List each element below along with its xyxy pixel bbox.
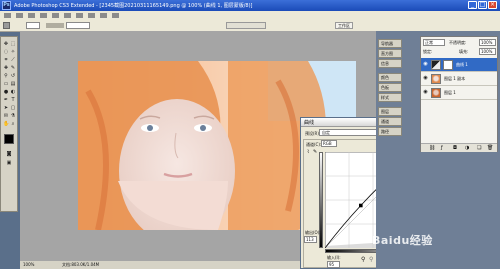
layer-row[interactable]: ◉ 图层 1 副本	[421, 72, 497, 86]
menu-item-select[interactable]	[52, 13, 59, 18]
preset-label: 预设(R):	[305, 131, 321, 136]
layer-mask-thumbnail	[443, 60, 453, 70]
document-size: 文档:803.0K/1.04M	[62, 262, 100, 267]
fill-label: 填充:	[459, 49, 469, 54]
pencil-tool-icon[interactable]: ✎	[313, 149, 317, 155]
blend-mode-dropdown[interactable]: 正常	[423, 39, 445, 46]
panel-button-layers[interactable]: 图层	[378, 107, 402, 116]
healing-brush-tool-icon[interactable]: ✚	[3, 65, 9, 71]
menu-item-image[interactable]	[28, 13, 35, 18]
layers-panel-footer: ⛓ ƒ ◘ ◑ ❏ 🗑	[421, 143, 497, 152]
layer-thumbnail	[431, 74, 441, 84]
layers-panel: 正常 不透明度: 100% 锁定: 填充: 100% ◉ 曲线 1 ◉ 图层 1…	[420, 36, 498, 152]
layer-name: 图层 1 副本	[444, 76, 466, 81]
add-mask-icon[interactable]: ◘	[453, 145, 457, 151]
preset-dropdown[interactable]	[26, 22, 40, 29]
window-title: Adobe Photoshop CS3 Extended - [2345截图20…	[14, 3, 253, 9]
lasso-tool-icon[interactable]: ◌	[3, 49, 9, 55]
layer-thumbnail	[431, 88, 441, 98]
workspace-button[interactable]: 工作区	[335, 22, 353, 29]
menu-item-window[interactable]	[100, 13, 107, 18]
opacity-field[interactable]: 100%	[479, 39, 496, 46]
minimize-button[interactable]: _	[468, 1, 477, 9]
input-field[interactable]: 95	[327, 261, 340, 268]
layer-name: 图层 1	[444, 90, 456, 95]
visibility-eye-icon[interactable]: ◉	[423, 62, 428, 67]
hand-tool-icon[interactable]: ✋	[3, 121, 9, 127]
maximize-button[interactable]: □	[478, 1, 487, 9]
adjustment-layer-thumbnail	[431, 60, 441, 70]
channel-label: 通道(C):	[306, 142, 322, 147]
visibility-eye-icon[interactable]: ◉	[423, 76, 428, 81]
menu-item-view[interactable]	[88, 13, 95, 18]
visibility-eye-icon[interactable]: ◉	[423, 90, 428, 95]
toolbox: ✥ ⬚ ◌ ✧ ⌗ ⟋ ✚ ✎ ⚲ ↺ ▭ ▤ ● ◐ ✒ T ➤ ▢ ✉ ⚗ …	[0, 36, 18, 212]
slice-tool-icon[interactable]: ⟋	[10, 57, 16, 63]
eyedropper-tool-icon[interactable]: ⚗	[10, 113, 16, 119]
tool-preset-icon[interactable]	[3, 22, 10, 29]
lock-label: 锁定:	[423, 49, 433, 54]
layer-row[interactable]: ◉ 图层 1	[421, 86, 497, 100]
brush-tool-icon[interactable]: ✎	[10, 65, 16, 71]
shape-tool-icon[interactable]: ▢	[10, 105, 16, 111]
delete-layer-icon[interactable]: 🗑	[487, 145, 493, 151]
crop-tool-icon[interactable]: ⌗	[3, 57, 9, 63]
gray-eyedropper-icon[interactable]: ⚲	[369, 256, 373, 263]
opacity-label: 不透明度:	[449, 40, 467, 45]
panel-button-info[interactable]: 信息	[378, 59, 402, 68]
panel-button-swatches[interactable]: 色板	[378, 83, 402, 92]
marquee-tool-icon[interactable]: ⬚	[10, 41, 16, 47]
black-eyedropper-icon[interactable]: ⚲	[361, 256, 365, 263]
panel-button-paths[interactable]: 路径	[378, 127, 402, 136]
gradient-tool-icon[interactable]: ▤	[10, 81, 16, 87]
panel-button-styles[interactable]: 样式	[378, 93, 402, 102]
options-extra-control[interactable]	[226, 22, 266, 29]
watermark: Baidu经验	[372, 234, 433, 247]
path-selection-tool-icon[interactable]: ➤	[3, 105, 9, 111]
curve-control-point[interactable]	[358, 203, 363, 208]
menu-item-layer[interactable]	[40, 13, 47, 18]
layer-name: 曲线 1	[456, 62, 468, 67]
panel-button-navigator[interactable]: 导航器	[378, 39, 402, 48]
menu-item-analysis[interactable]	[76, 13, 83, 18]
output-field[interactable]: 113	[304, 236, 317, 243]
zoom-level[interactable]: 100%	[23, 261, 34, 269]
blur-tool-icon[interactable]: ●	[3, 89, 9, 95]
channel-dropdown[interactable]: RGB	[321, 140, 337, 147]
type-tool-icon[interactable]: T	[10, 97, 16, 103]
panel-button-histogram[interactable]: 直方图	[378, 49, 402, 58]
menu-item-edit[interactable]	[16, 13, 23, 18]
new-adjustment-icon[interactable]: ◑	[465, 145, 469, 151]
magic-wand-tool-icon[interactable]: ✧	[10, 49, 16, 55]
new-layer-icon[interactable]: ❏	[477, 145, 481, 151]
photoshop-app-icon: Ps	[2, 1, 11, 10]
zoom-tool-icon[interactable]: ⌕	[10, 121, 16, 127]
link-layers-icon[interactable]: ⛓	[429, 145, 435, 151]
history-brush-tool-icon[interactable]: ↺	[10, 73, 16, 79]
menu-item-file[interactable]	[4, 13, 11, 18]
clone-stamp-tool-icon[interactable]: ⚲	[3, 73, 9, 79]
quick-mask-icon[interactable]: ◙	[6, 151, 12, 157]
dialog-title: 曲线	[304, 120, 315, 126]
pen-tool-icon[interactable]: ✒	[3, 97, 9, 103]
panel-button-color[interactable]: 颜色	[378, 73, 402, 82]
title-bar: Ps Adobe Photoshop CS3 Extended - [2345截…	[0, 0, 500, 11]
notes-tool-icon[interactable]: ✉	[3, 113, 9, 119]
layer-row[interactable]: ◉ 曲线 1	[421, 58, 497, 72]
close-button[interactable]: ×	[488, 1, 497, 9]
panel-button-channels[interactable]: 通道	[378, 117, 402, 126]
menu-item-filter[interactable]	[64, 13, 71, 18]
style-dropdown[interactable]	[66, 22, 90, 29]
foreground-color-swatch[interactable]	[4, 134, 14, 144]
curve-point-tool-icon[interactable]: ⌇	[307, 149, 309, 155]
fill-field[interactable]: 100%	[479, 48, 496, 55]
layer-style-icon[interactable]: ƒ	[441, 145, 443, 151]
move-tool-icon[interactable]: ✥	[3, 41, 9, 47]
dodge-tool-icon[interactable]: ◐	[10, 89, 16, 95]
menu-item-help[interactable]	[112, 13, 119, 18]
screen-mode-icon[interactable]: ▣	[6, 160, 12, 166]
eraser-tool-icon[interactable]: ▭	[3, 81, 9, 87]
options-field	[46, 23, 64, 28]
